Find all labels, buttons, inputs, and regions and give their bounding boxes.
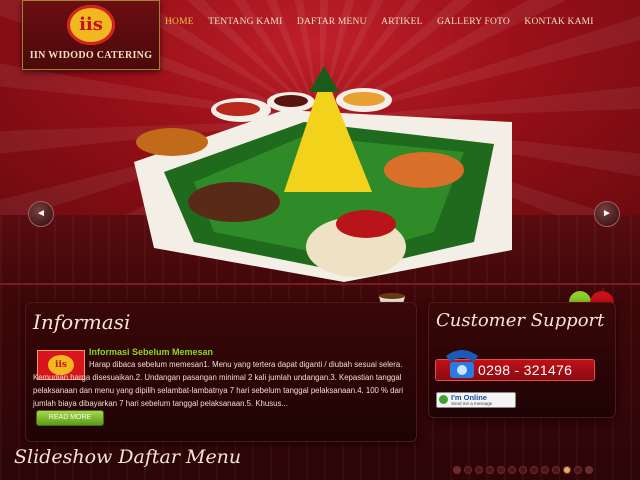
nav-kontak-kami[interactable]: KONTAK KAMI — [524, 17, 593, 27]
slideshow-dot[interactable] — [486, 466, 494, 474]
slideshow-dot[interactable] — [563, 466, 571, 474]
slider-next-button[interactable]: ► — [594, 201, 620, 227]
slideshow-dot[interactable] — [552, 466, 560, 474]
logo-mark-text: iis — [79, 14, 103, 35]
nav-artikel[interactable]: ARTIKEL — [381, 17, 422, 27]
logo-mark: iis — [67, 5, 115, 45]
main-nav: HOME TENTANG KAMI DAFTAR MENU ARTIKEL GA… — [160, 11, 599, 27]
slideshow-dot[interactable] — [519, 466, 527, 474]
slideshow-dot[interactable] — [574, 466, 582, 474]
slideshow-dot[interactable] — [530, 466, 538, 474]
customer-support-panel: Customer Support 0298 - 321476 I'm Onlin… — [428, 302, 616, 418]
hero-food-image — [134, 66, 512, 282]
slideshow-dot[interactable] — [475, 466, 483, 474]
informasi-panel: Informasi iis Informasi Sebelum Memesan … — [25, 302, 417, 442]
slideshow-dot[interactable] — [541, 466, 549, 474]
informasi-title: Informasi — [33, 310, 131, 334]
slideshow-dot[interactable] — [464, 466, 472, 474]
slideshow-title: Slideshow Daftar Menu — [14, 446, 242, 468]
slideshow-dot[interactable] — [497, 466, 505, 474]
online-status-badge[interactable]: I'm Online Send me a message — [436, 392, 516, 408]
post-title[interactable]: Informasi Sebelum Memesan — [89, 347, 213, 357]
nav-home[interactable]: HOME — [165, 17, 194, 27]
slider-prev-button[interactable]: ◄ — [28, 201, 54, 227]
telephone-icon — [446, 350, 478, 378]
nav-tentang-kami[interactable]: TENTANG KAMI — [208, 17, 282, 27]
slideshow-prev-dot[interactable] — [453, 466, 461, 474]
online-sublabel: Send me a message — [451, 401, 493, 406]
slideshow-pagination — [453, 461, 596, 474]
slideshow-next-dot[interactable] — [585, 466, 593, 474]
nav-daftar-menu[interactable]: DAFTAR MENU — [297, 17, 367, 27]
phone-number: 0298 - 321476 — [478, 362, 573, 378]
nav-gallery-foto[interactable]: GALLERY FOTO — [437, 17, 510, 27]
read-more-button[interactable]: READ MORE — [36, 410, 104, 426]
online-dot-icon — [439, 395, 448, 404]
section-divider — [0, 283, 640, 285]
post-excerpt: Harap dibaca sebelum memesan1. Menu yang… — [33, 360, 404, 408]
slideshow-dot[interactable] — [508, 466, 516, 474]
customer-support-title: Customer Support — [436, 310, 605, 331]
